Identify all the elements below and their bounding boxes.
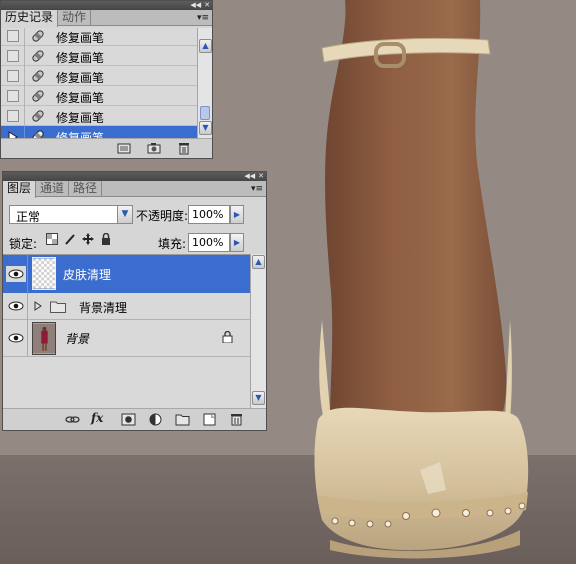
history-item[interactable]: 修复画笔	[1, 28, 197, 46]
layer-name[interactable]: 皮肤清理	[63, 266, 111, 283]
scroll-thumb[interactable]	[200, 106, 210, 120]
history-tabbar: 历史记录 动作 ▾≡	[1, 10, 212, 27]
history-panel-titlebar[interactable]: ◀◀ ✕	[1, 1, 212, 10]
history-brush-source-checkbox[interactable]	[7, 90, 19, 102]
trash-icon[interactable]	[229, 413, 244, 426]
fill-label: 填充:	[158, 237, 187, 251]
tab-layers[interactable]: 图层	[3, 181, 37, 198]
layers-panel-titlebar[interactable]: ◀◀ ✕	[3, 172, 266, 181]
photo-layer-thumbnail	[32, 322, 56, 355]
layers-scrollbar[interactable]: ▲ ▼	[250, 254, 266, 408]
history-item-label: 修复画笔	[56, 131, 105, 138]
history-item[interactable]: 修复画笔	[1, 46, 197, 66]
layer-row[interactable]: 背景	[3, 320, 250, 357]
visibility-eye-icon[interactable]	[6, 266, 26, 282]
fill-input[interactable]: 100%	[188, 233, 230, 252]
panel-menu-icon[interactable]: ▾≡	[197, 12, 209, 24]
layer-row-selected[interactable]: 皮肤清理	[3, 255, 250, 293]
history-brush-source-checkbox[interactable]	[7, 30, 19, 42]
layer-options: 正常 ▼ 不透明度: 100% ▶ 锁定: 填充: 100% ▶	[3, 198, 266, 254]
close-panel-icon[interactable]: ✕	[204, 1, 210, 10]
layers-footer: fx	[3, 408, 266, 430]
history-item-label: 修复画笔	[56, 111, 105, 125]
opacity-slider-button[interactable]: ▶	[230, 205, 244, 224]
visibility-eye-icon[interactable]	[6, 298, 26, 314]
folder-icon	[50, 301, 66, 313]
scroll-down-arrow[interactable]: ▼	[199, 121, 212, 135]
history-item[interactable]: 修复画笔	[1, 86, 197, 106]
healing-brush-icon	[32, 70, 44, 82]
add-mask-icon[interactable]	[121, 413, 136, 426]
history-item-label: 修复画笔	[56, 51, 105, 65]
healing-brush-icon	[32, 90, 44, 102]
layers-panel: ◀◀ ✕ 图层 通道 路径 ▾≡ 正常 ▼ 不透明度: 100% ▶ 锁定: 填…	[2, 171, 267, 431]
expand-triangle-icon[interactable]	[34, 301, 42, 311]
blend-mode-select[interactable]: 正常 ▼	[9, 205, 133, 224]
lock-move-icon[interactable]	[82, 233, 94, 245]
transparent-layer-thumbnail	[32, 257, 56, 290]
history-brush-source-checkbox[interactable]	[7, 50, 19, 62]
healing-brush-icon	[32, 50, 44, 62]
layer-group-row[interactable]: 背景清理	[3, 293, 250, 320]
history-state-slider-icon[interactable]	[7, 130, 19, 138]
history-scrollbar[interactable]: ▲ ▼	[197, 28, 212, 138]
collapse-panel-icon[interactable]: ◀◀	[244, 172, 255, 181]
close-panel-icon[interactable]: ✕	[258, 172, 264, 181]
fx-icon[interactable]: fx	[91, 411, 106, 425]
tab-paths[interactable]: 路径	[69, 181, 103, 197]
healing-brush-icon	[32, 30, 44, 42]
lock-paint-icon[interactable]	[64, 233, 76, 245]
new-document-from-state-icon[interactable]	[117, 142, 131, 155]
history-item[interactable]: 修复画笔	[1, 106, 197, 126]
healing-brush-icon	[32, 110, 44, 122]
adjustment-layer-icon[interactable]	[148, 413, 163, 426]
history-brush-source-checkbox[interactable]	[7, 70, 19, 82]
trash-icon[interactable]	[177, 142, 191, 155]
lock-label: 锁定:	[9, 237, 38, 251]
history-item-selected[interactable]: 修复画笔	[1, 126, 197, 138]
scroll-up-arrow[interactable]: ▲	[252, 255, 265, 269]
link-layers-icon[interactable]	[65, 413, 80, 426]
blend-mode-value: 正常	[16, 210, 41, 224]
lock-all-icon[interactable]	[100, 233, 112, 245]
layers-list: 皮肤清理 背景清理 背景	[3, 254, 250, 408]
chevron-down-icon[interactable]: ▼	[117, 206, 132, 223]
history-panel: ◀◀ ✕ 历史记录 动作 ▾≡ 修复画笔 修复画笔 修复画笔 修复画笔 修复画笔…	[0, 0, 213, 159]
tab-actions[interactable]: 动作	[58, 10, 92, 26]
lock-icon	[222, 331, 233, 343]
history-brush-source-checkbox[interactable]	[7, 110, 19, 122]
lock-transparency-icon[interactable]	[46, 233, 58, 245]
history-item[interactable]: 修复画笔	[1, 66, 197, 86]
layers-tabbar: 图层 通道 路径 ▾≡	[3, 181, 266, 198]
opacity-label: 不透明度:	[136, 209, 189, 223]
new-layer-icon[interactable]	[202, 413, 217, 426]
history-item-label: 修复画笔	[56, 71, 105, 85]
collapse-panel-icon[interactable]: ◀◀	[190, 1, 201, 10]
fill-slider-button[interactable]: ▶	[230, 233, 244, 252]
healing-brush-icon	[32, 130, 44, 138]
history-list: 修复画笔 修复画笔 修复画笔 修复画笔 修复画笔 修复画笔	[1, 28, 197, 138]
panel-menu-icon[interactable]: ▾≡	[251, 183, 263, 195]
layer-name[interactable]: 背景清理	[79, 299, 127, 316]
scroll-up-arrow[interactable]: ▲	[199, 39, 212, 53]
history-item-label: 修复画笔	[56, 31, 105, 45]
snapshot-camera-icon[interactable]	[147, 142, 161, 155]
scroll-down-arrow[interactable]: ▼	[252, 391, 265, 405]
layer-name[interactable]: 背景	[65, 330, 89, 347]
history-item-label: 修复画笔	[56, 91, 105, 105]
new-group-icon[interactable]	[175, 413, 190, 426]
history-footer	[1, 138, 212, 158]
tab-channels[interactable]: 通道	[36, 181, 70, 197]
tab-history[interactable]: 历史记录	[1, 10, 59, 27]
visibility-eye-icon[interactable]	[6, 330, 26, 346]
opacity-input[interactable]: 100%	[188, 205, 230, 224]
